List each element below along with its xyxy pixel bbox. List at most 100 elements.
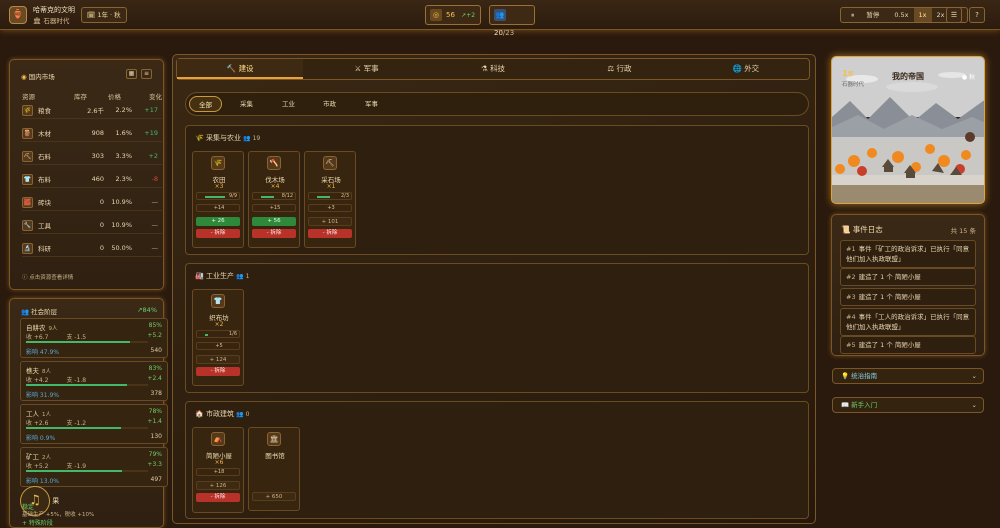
silver-resource[interactable]: ◎ 56 ↗+2 [425, 5, 481, 25]
population-max: /23 [502, 29, 515, 37]
output-stat: +3 [308, 204, 352, 212]
tab-diplomacy-label: 外交 [744, 64, 760, 73]
date-badge: 🗓 1年 · 秋 [81, 7, 127, 23]
resource-price: 2.2% [115, 106, 132, 114]
log-text: 建造了 1 个 简陋小屋 [858, 293, 921, 301]
tab-tech[interactable]: ⚗ 科技 [430, 59, 556, 79]
class-name: 樵夫 8人 [26, 365, 51, 375]
building-card[interactable]: 👕 织布坊 ×2 1/6 +5 + 124- 拆除 [192, 289, 244, 386]
resource-price: 50.0% [111, 244, 132, 252]
slots-fill [205, 334, 209, 336]
tab-military[interactable]: ⚔ 军事 [303, 59, 429, 79]
pause-button[interactable]: ⏸ 暂停 [841, 8, 889, 22]
build-button[interactable]: + 124 [196, 355, 240, 364]
subtab-civic[interactable]: 市政 [314, 96, 345, 112]
subtab-all[interactable]: 全部 [189, 96, 222, 112]
subtab-gather[interactable]: 采集 [231, 96, 262, 112]
section-title-text: 工业生产 [205, 272, 234, 280]
resource-stock: 2.6千 [87, 107, 104, 115]
market-row[interactable]: 🪵 木材 908 1.6% +19 [22, 125, 162, 142]
building-icon: ⛺ [211, 432, 225, 446]
market-row[interactable]: 🔬 科研 0 50.0% — [22, 240, 162, 257]
section-title-text: 采集与农业 [205, 134, 241, 142]
log-entry: #2 建造了 1 个 简陋小屋 [840, 268, 976, 286]
demolish-button[interactable]: - 拆除 [196, 229, 240, 238]
social-panel: 👥 社会阶层 ↗84% 自耕农 9人 85% 收 +6.7 支 -1.5 +5.2 影响 4… [9, 298, 168, 528]
resource-price: 3.3% [115, 152, 132, 160]
help-icon[interactable]: ? [969, 7, 985, 23]
building-count: ×1 [326, 183, 336, 190]
resource-change: — [151, 221, 159, 229]
build-button[interactable]: + 126 [196, 481, 240, 490]
building-card[interactable]: 🪓 伐木场 ×4 8/12 +15 + 56- 拆除 [248, 151, 300, 248]
build-button[interactable]: + 26 [196, 217, 240, 226]
building-card[interactable]: 🌾 农田 ×3 9/9 +14 + 26- 拆除 [192, 151, 244, 248]
build-button[interactable]: + 56 [252, 217, 296, 226]
demolish-button[interactable]: - 拆除 [252, 229, 296, 238]
output-stat: +5 [196, 342, 240, 350]
newbie-guide-toggle[interactable]: 📖 新手入门 ⌄ [832, 397, 984, 413]
build-button[interactable]: + 101 [308, 217, 352, 226]
class-influence: 影响 31.9% [26, 392, 59, 399]
tab-admin[interactable]: ⚖ 行政 [556, 59, 682, 79]
tab-build-label: 建设 [238, 64, 254, 73]
approval-bar [26, 384, 148, 386]
date-text: 1年 · 秋 [97, 11, 121, 19]
tab-diplomacy[interactable]: 🌐 外交 [683, 59, 809, 79]
civ-logo-icon[interactable]: 🏺 [9, 6, 27, 24]
grid-view-icon[interactable]: ▦ [126, 69, 137, 79]
class-wealth: 497 [150, 476, 162, 483]
class-expense: 支 -1.8 [66, 377, 87, 384]
market-row[interactable]: 🔧 工具 0 10.9% — [22, 217, 162, 234]
log-title-text: 事件日志 [852, 225, 883, 234]
rule-guide-toggle[interactable]: 💡 统治指南 ⌄ [832, 368, 984, 384]
menu-icon[interactable]: ☰ [946, 7, 962, 23]
resource-name: 粮食 [38, 107, 51, 115]
speed-0.5x-button[interactable]: 0.5x [889, 8, 913, 22]
demolish-button[interactable]: - 拆除 [196, 493, 240, 502]
social-class[interactable]: 自耕农 9人 85% 收 +6.7 支 -1.5 +5.2 影响 47.9% 540 [20, 318, 168, 358]
log-text: 事件「矿工的政治诉求」已执行「同意他们加入执政联盟」 [846, 245, 970, 263]
approval-fill [26, 427, 122, 429]
demolish-button[interactable]: - 拆除 [308, 229, 352, 238]
resource-change: — [151, 198, 159, 206]
demolish-button[interactable]: - 拆除 [196, 367, 240, 376]
log-number: #1 [846, 245, 856, 253]
class-wealth: 378 [150, 390, 162, 397]
market-row[interactable]: ⛏ 石料 303 3.3% +2 [22, 148, 162, 165]
log-entry: #5 建造了 1 个 简陋小屋 [840, 336, 976, 354]
class-wealth: 130 [150, 433, 162, 440]
era-text: 石器时代 [43, 17, 70, 25]
speed-1x-button[interactable]: 1x [913, 8, 932, 22]
social-class[interactable]: 矿工 2人 79% 收 +5.2 支 -1.9 +3.3 影响 13.0% 497 [20, 447, 168, 487]
building-card[interactable]: ⛺ 简陋小屋 ×6 +18 + 126- 拆除 [192, 427, 244, 513]
class-expense: 支 -1.2 [66, 420, 87, 427]
worker-slots: 2/3 [308, 192, 352, 200]
empire-view[interactable]: 1年 石器时代 我的帝国 ● 秋 [831, 56, 985, 204]
class-label: 矿工 [26, 453, 39, 461]
market-row[interactable]: 🌾 粮食 2.6千 2.2% +17 [22, 102, 162, 119]
market-row[interactable]: 👕 布料 460 2.3% -8 [22, 171, 162, 188]
list-view-icon[interactable]: ≡ [141, 69, 152, 79]
bulb-icon: 💡 [841, 372, 852, 380]
social-class[interactable]: 樵夫 8人 83% 收 +4.2 支 -1.8 +2.4 影响 31.9% 378 [20, 361, 168, 401]
swords-icon: ⚔ [354, 64, 364, 73]
tab-build[interactable]: 🔨 建设 [177, 59, 304, 79]
subtab-military[interactable]: 军事 [356, 96, 387, 112]
coin-icon: ◉ [21, 73, 29, 81]
worker-slots: 8/12 [252, 192, 296, 200]
log-number: #2 [846, 273, 856, 281]
silver-value: 56 [446, 11, 455, 19]
social-class[interactable]: 工人 1人 78% 收 +2.6 支 -1.2 +1.4 影响 0.9% 130 [20, 404, 168, 444]
market-hint-text: 点击资源查看详情 [29, 275, 74, 281]
resource-stock: 460 [91, 175, 104, 183]
population-resource[interactable]: 👥 20/23 [489, 5, 535, 37]
section-civic: 🏠 市政建筑 👥 0 ⛺ 简陋小屋 ×6 +18 + 126- 拆除 🏛 图书馆 + 650 [185, 401, 809, 519]
subtab-industry[interactable]: 工业 [273, 96, 304, 112]
building-card[interactable]: ⛏ 采石场 ×1 2/3 +3 + 101- 拆除 [304, 151, 356, 248]
silver-rate: +2 [466, 12, 476, 19]
market-row[interactable]: 🧱 砖块 0 10.9% — [22, 194, 162, 211]
output-stat: +15 [252, 204, 296, 212]
building-card[interactable]: 🏛 图书馆 + 650 [248, 427, 300, 511]
build-button[interactable]: + 650 [252, 492, 296, 501]
